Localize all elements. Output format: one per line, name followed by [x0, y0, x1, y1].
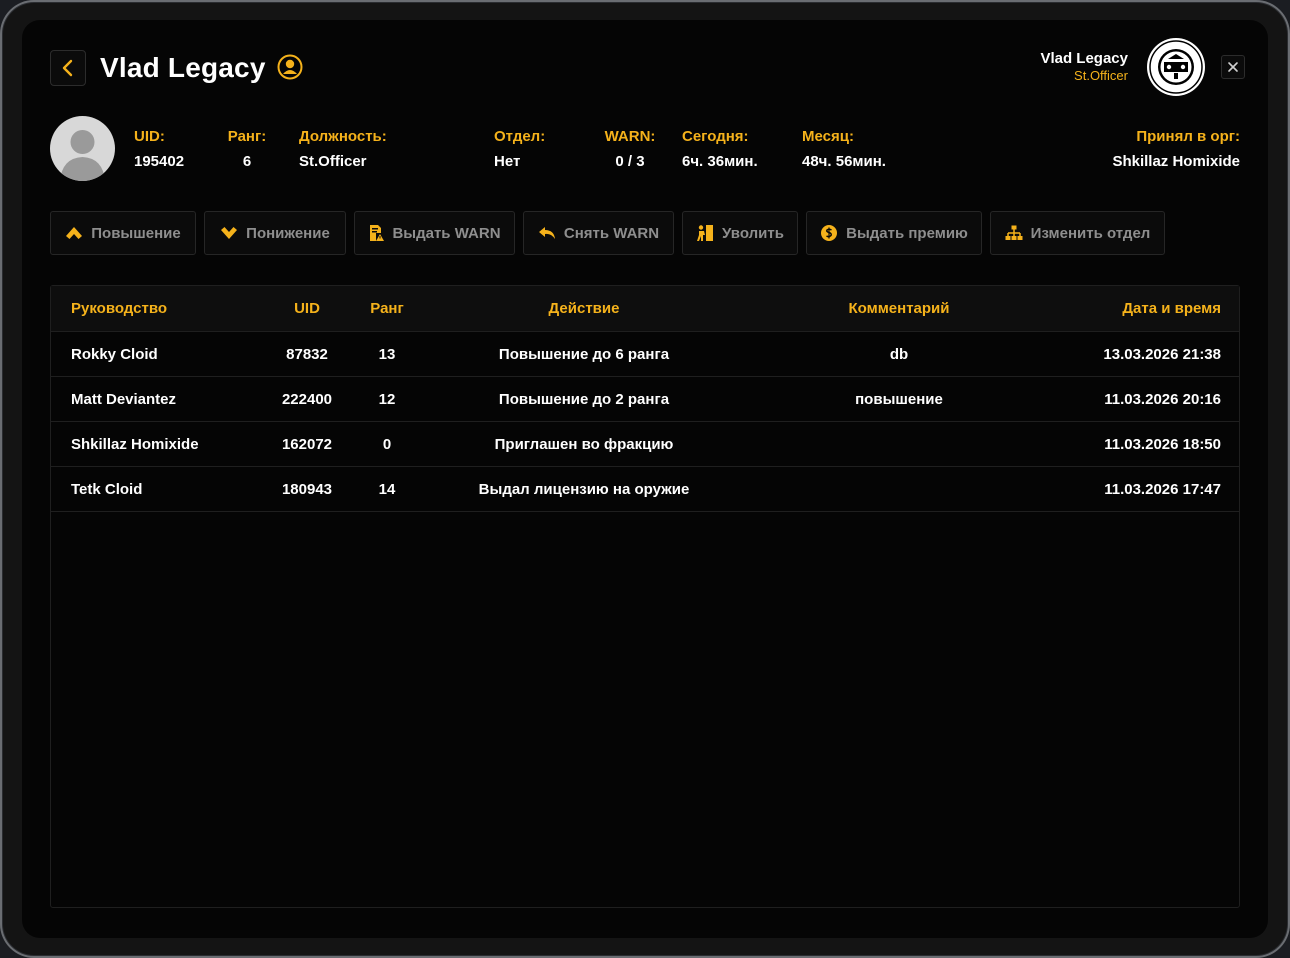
cell-uid: 162072 — [281, 436, 333, 453]
stat-today-value: 6ч. 36мин. — [682, 153, 758, 170]
cell-action: Повышение до 2 ранга — [498, 391, 670, 408]
demote-button-label: Понижение — [246, 224, 330, 242]
cell-uid: 222400 — [281, 391, 333, 408]
table-row: Rokky Cloid 87832 13 Повышение до 6 ранг… — [51, 332, 1239, 377]
cell-action: Приглашен во фракцию — [494, 436, 674, 453]
change-department-button[interactable]: Изменить отдел — [990, 211, 1165, 255]
cell-rank: 0 — [382, 436, 392, 453]
column-header-comment: Комментарий — [848, 300, 950, 317]
close-icon — [1228, 62, 1238, 72]
cell-datetime: 13.03.2026 21:38 — [1103, 346, 1221, 363]
column-header-leader: Руководство — [71, 300, 168, 317]
table-row: Matt Deviantez 222400 12 Повышение до 2 … — [51, 377, 1239, 422]
stat-month: Месяц: 48ч. 56мин. — [802, 128, 886, 171]
fire-button-label: Уволить — [722, 224, 784, 242]
stat-department-value: Нет — [494, 153, 521, 170]
employee-card-window: Vlad Legacy Vlad Legacy St.Officer UID: … — [22, 20, 1268, 938]
cell-action: Повышение до 6 ранга — [498, 346, 670, 363]
cell-comment — [799, 467, 999, 512]
stat-department-label: Отдел: — [494, 128, 546, 145]
promote-button-label: Повышение — [91, 224, 181, 242]
cell-comment — [799, 422, 999, 467]
table-row: Tetk Cloid 180943 14 Выдал лицензию на о… — [51, 467, 1239, 512]
give-bonus-button[interactable]: Выдать премию — [806, 211, 982, 255]
table-header: Руководство UID Ранг Действие Комментари… — [51, 286, 1239, 332]
exit-person-icon — [697, 225, 714, 241]
stat-month-value: 48ч. 56мин. — [802, 153, 886, 170]
stat-position: Должность: St.Officer — [299, 128, 387, 171]
current-user-name: Vlad Legacy — [1040, 50, 1128, 67]
current-user-role: St.Officer — [1074, 68, 1128, 83]
demote-button[interactable]: Понижение — [204, 211, 346, 255]
current-user-info: Vlad Legacy St.Officer — [1040, 50, 1128, 84]
cell-rank: 13 — [378, 346, 396, 363]
promote-button[interactable]: Повышение — [50, 211, 196, 255]
cell-comment: повышение — [855, 391, 943, 408]
cell-comment: db — [889, 346, 909, 363]
history-table: Руководство UID Ранг Действие Комментари… — [50, 285, 1240, 908]
remove-warn-button-label: Снять WARN — [563, 224, 660, 242]
cell-rank: 14 — [378, 481, 396, 498]
device-frame: Vlad Legacy Vlad Legacy St.Officer UID: … — [0, 0, 1290, 958]
stat-rank: Ранг: 6 — [218, 128, 276, 171]
column-header-action: Действие — [548, 300, 620, 317]
stat-uid: UID: 195402 — [134, 128, 184, 171]
avatar — [50, 116, 115, 181]
stat-today-label: Сегодня: — [682, 128, 749, 145]
stat-month-label: Месяц: — [802, 128, 854, 145]
stat-position-value: St.Officer — [299, 153, 367, 170]
city-seal-icon — [1147, 38, 1205, 96]
warn-document-icon — [370, 225, 385, 241]
hierarchy-icon — [1005, 225, 1023, 240]
stat-uid-label: UID: — [134, 128, 165, 145]
stat-uid-value: 195402 — [134, 153, 185, 170]
table-row: Shkillaz Homixide 162072 0 Приглашен во … — [51, 422, 1239, 467]
undo-arrow-icon — [538, 227, 555, 239]
give-bonus-button-label: Выдать премию — [846, 224, 968, 242]
chevron-down-icon — [221, 227, 238, 239]
cell-leader: Rokky Cloid — [71, 346, 158, 363]
chevron-up-icon — [66, 227, 83, 239]
stat-accepted-by: Принял в орг: Shkillaz Homixide — [1112, 128, 1240, 171]
stat-today: Сегодня: 6ч. 36мин. — [682, 128, 758, 171]
cell-action: Выдал лицензию на оружие — [478, 481, 690, 498]
default-avatar-icon — [60, 130, 105, 181]
stat-rank-label: Ранг: — [227, 128, 267, 145]
fire-button[interactable]: Уволить — [682, 211, 798, 255]
remove-warn-button[interactable]: Снять WARN — [523, 211, 674, 255]
change-department-button-label: Изменить отдел — [1030, 224, 1151, 242]
stat-warn-label: WARN: — [604, 128, 656, 145]
stat-warn-value: 0 / 3 — [615, 153, 645, 170]
stat-accepted-label: Принял в орг: — [1136, 128, 1240, 145]
cell-datetime: 11.03.2026 18:50 — [1104, 436, 1221, 453]
user-badge-icon — [277, 54, 303, 80]
stat-rank-value: 6 — [242, 153, 252, 170]
cell-uid: 87832 — [286, 346, 328, 363]
stat-warn: WARN: 0 / 3 — [597, 128, 663, 171]
stat-department: Отдел: Нет — [494, 128, 545, 171]
column-header-datetime: Дата и время — [1122, 300, 1221, 317]
cell-leader: Matt Deviantez — [71, 391, 177, 408]
column-header-uid: UID — [294, 300, 320, 317]
page-title: Vlad Legacy — [100, 52, 266, 83]
give-warn-button-label: Выдать WARN — [392, 224, 501, 242]
cell-uid: 180943 — [281, 481, 333, 498]
cell-leader: Tetk Cloid — [71, 481, 143, 498]
stat-accepted-value: Shkillaz Homixide — [1112, 153, 1240, 170]
chevron-left-icon — [62, 59, 73, 77]
cell-datetime: 11.03.2026 20:16 — [1104, 391, 1221, 408]
stat-position-label: Должность: — [299, 128, 387, 145]
give-warn-button[interactable]: Выдать WARN — [354, 211, 515, 255]
column-header-rank: Ранг — [370, 300, 404, 317]
cell-rank: 12 — [378, 391, 396, 408]
cell-datetime: 11.03.2026 17:47 — [1104, 481, 1221, 498]
coin-icon — [821, 225, 838, 241]
cell-leader: Shkillaz Homixide — [71, 436, 199, 453]
back-button[interactable] — [50, 50, 86, 86]
close-button[interactable] — [1221, 55, 1245, 79]
